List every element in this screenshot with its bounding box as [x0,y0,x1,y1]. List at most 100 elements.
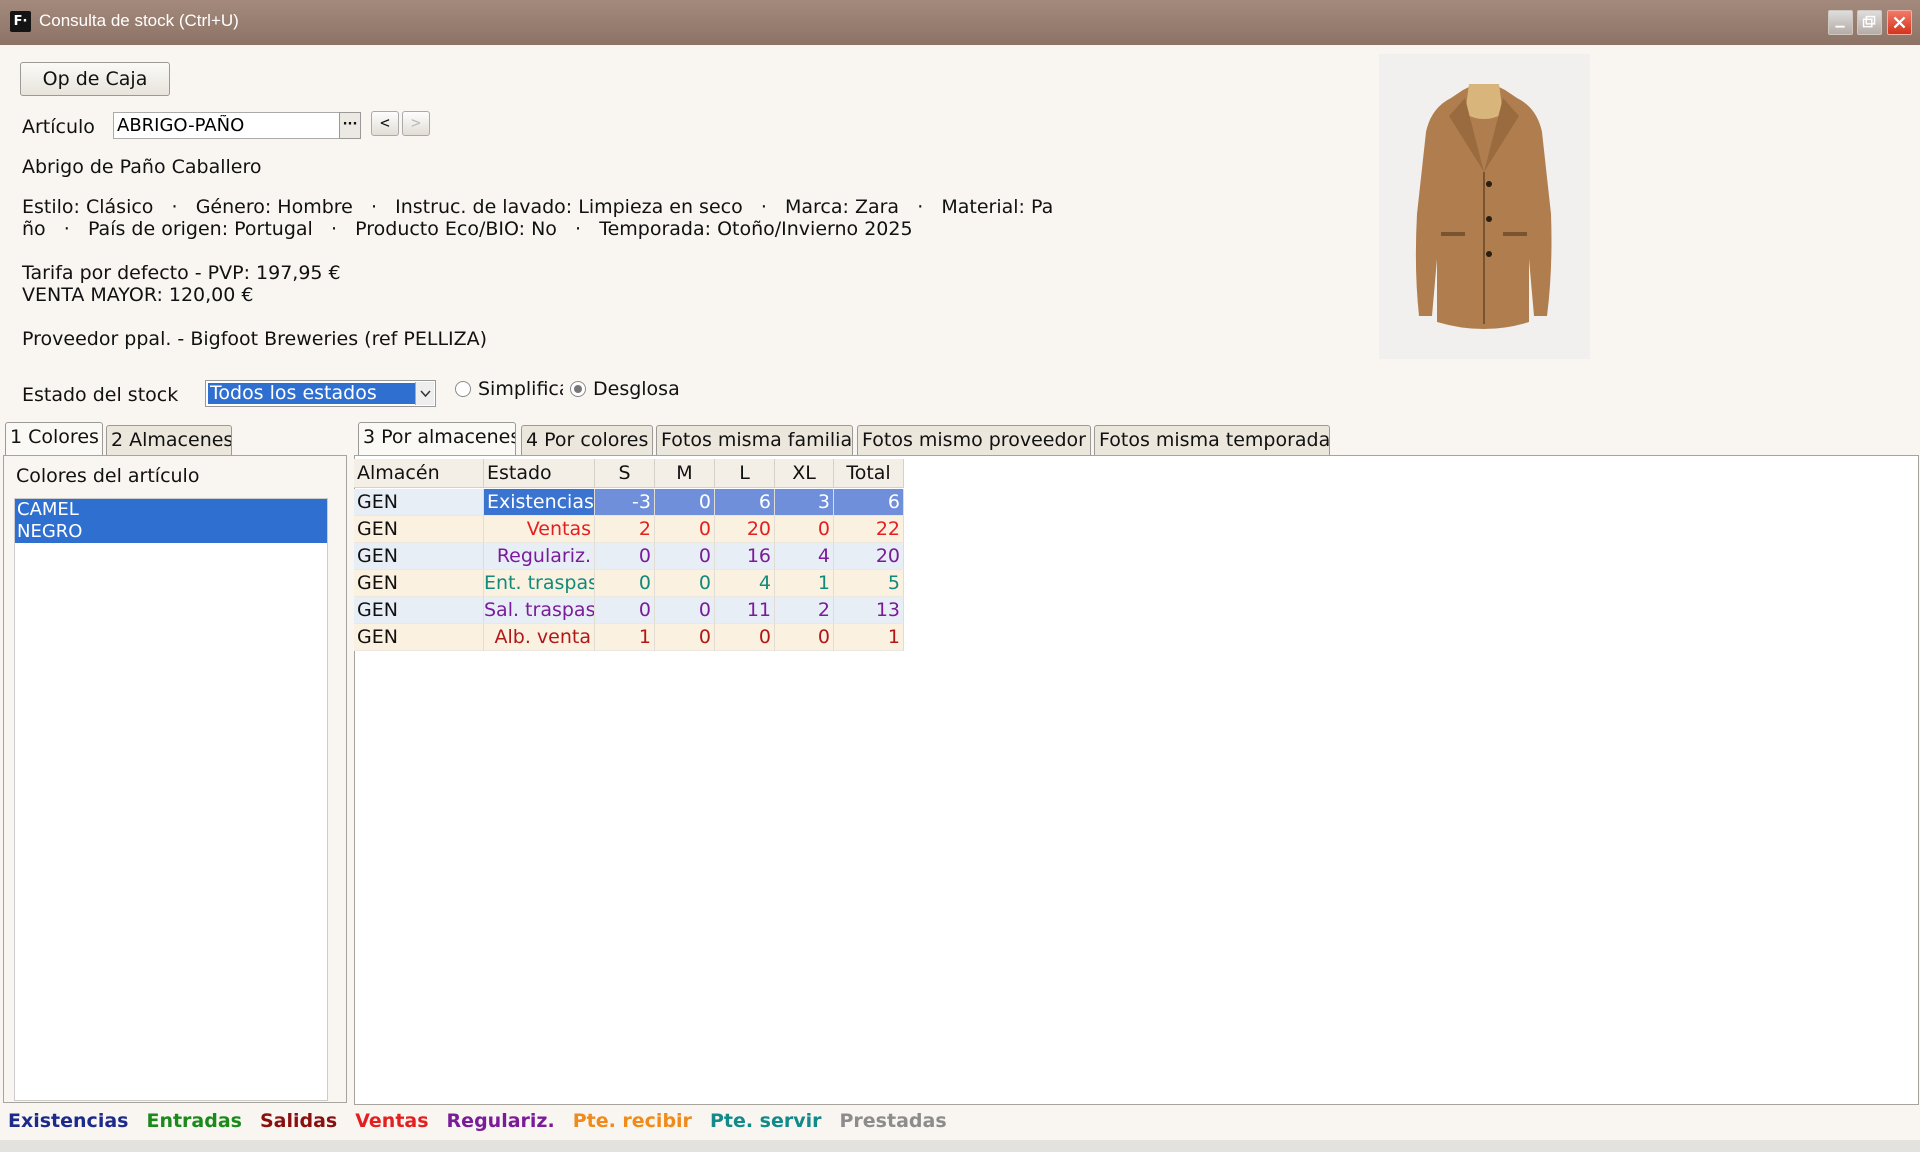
legend-item: Salidas [259,1110,338,1132]
legend-item: Pte. recibir [572,1110,692,1132]
tarifa-venta-mayor: VENTA MAYOR: 120,00 € [22,284,254,306]
app-icon: F· [10,11,31,32]
table-cell-s[interactable]: 0 [595,597,655,624]
table-cell-s[interactable]: -3 [595,489,655,516]
table-cell-total[interactable]: 5 [834,570,904,597]
estado-stock-selected: Todos los estados [208,383,416,404]
table-cell-total[interactable]: 22 [834,516,904,543]
dropdown-arrow-icon[interactable] [415,382,434,405]
product-image [1379,54,1590,359]
attributes-line-1: Estilo: Clásico · Género: Hombre · Instr… [22,196,1054,218]
bottom-strip [0,1140,1920,1152]
table-cell-xl[interactable]: 0 [775,624,834,651]
table-cell-estado[interactable]: Alb. venta [484,624,595,651]
coat-image [1415,84,1552,329]
table-cell-m[interactable]: 0 [655,489,715,516]
radio-simplifica[interactable] [455,381,471,397]
title-bar: F· Consulta de stock (Ctrl+U) [0,0,1920,45]
table-cell-m[interactable]: 0 [655,543,715,570]
minimize-icon [1835,25,1845,28]
table-cell-s[interactable]: 1 [595,624,655,651]
table-cell-s[interactable]: 0 [595,543,655,570]
column-header-almacen[interactable]: Almacén [354,459,484,488]
radio-simplifica-label: Simplifica [478,378,563,400]
minimize-button[interactable] [1828,10,1853,35]
status-legend: Existencias Entradas Salidas Ventas Regulari… [8,1110,965,1132]
estado-stock-label: Estado del stock [22,384,179,406]
table-cell-m[interactable]: 0 [655,516,715,543]
legend-item: Pte. servir [709,1110,822,1132]
proveedor-principal: Proveedor ppal. - Bigfoot Breweries (ref… [22,328,488,350]
legend-item: Prestadas [839,1110,947,1132]
table-cell-almacen[interactable]: GEN [354,489,484,516]
table-cell-l[interactable]: 16 [715,543,775,570]
column-header-estado[interactable]: Estado [484,459,595,488]
radio-desglosa-label: Desglosa [593,378,680,400]
tab-por-almacenes[interactable]: 3 Por almacenes [358,422,516,455]
table-cell-m[interactable]: 0 [655,570,715,597]
articulo-label: Artículo [22,116,95,138]
table-cell-l[interactable]: 6 [715,489,775,516]
table-cell-almacen[interactable]: GEN [354,516,484,543]
chevron-down-icon [420,390,431,398]
next-article-button[interactable]: > [402,111,430,136]
table-cell-l[interactable]: 20 [715,516,775,543]
tab-por-colores[interactable]: 4 Por colores [521,425,653,455]
list-item-camel[interactable]: CAMEL [15,499,327,521]
table-cell-almacen[interactable]: GEN [354,543,484,570]
legend-item: Ventas [355,1110,429,1132]
table-cell-total[interactable]: 20 [834,543,904,570]
table-cell-m[interactable]: 0 [655,597,715,624]
table-cell-s[interactable]: 2 [595,516,655,543]
table-cell-almacen[interactable]: GEN [354,570,484,597]
column-header-total[interactable]: Total [834,459,904,488]
column-header-s[interactable]: S [595,459,655,488]
legend-item: Existencias [8,1110,129,1132]
table-cell-almacen[interactable]: GEN [354,597,484,624]
table-cell-s[interactable]: 0 [595,570,655,597]
estado-stock-select[interactable]: Todos los estados [205,380,436,407]
tab-almacenes[interactable]: 2 Almacenes [106,425,232,455]
table-cell-total[interactable]: 1 [834,624,904,651]
table-cell-l[interactable]: 4 [715,570,775,597]
articulo-input[interactable] [113,112,341,139]
table-cell-xl[interactable]: 1 [775,570,834,597]
column-header-xl[interactable]: XL [775,459,834,488]
close-icon [1893,16,1906,29]
tab-colores[interactable]: 1 Colores [5,422,103,455]
table-cell-estado[interactable]: Ventas [484,516,595,543]
table-cell-total[interactable]: 6 [834,489,904,516]
table-cell-total[interactable]: 13 [834,597,904,624]
colores-list[interactable]: CAMEL NEGRO [14,498,328,1101]
table-cell-estado[interactable]: Ent. traspas [484,570,595,597]
previous-article-button[interactable]: < [371,111,399,136]
close-button[interactable] [1887,10,1912,35]
table-cell-xl[interactable]: 4 [775,543,834,570]
column-header-m[interactable]: M [655,459,715,488]
colores-panel-title: Colores del artículo [16,465,200,487]
restore-icon [1862,15,1876,28]
table-cell-xl[interactable]: 3 [775,489,834,516]
articulo-browse-button[interactable]: ··· [339,112,361,139]
table-cell-estado[interactable]: Regulariz. [484,543,595,570]
table-cell-m[interactable]: 0 [655,624,715,651]
table-cell-l[interactable]: 11 [715,597,775,624]
table-cell-xl[interactable]: 2 [775,597,834,624]
tab-fotos-mismo-proveedor[interactable]: Fotos mismo proveedor [857,425,1091,455]
table-cell-estado[interactable]: Sal. traspas [484,597,595,624]
table-cell-estado[interactable]: Existencias [484,489,595,516]
table-cell-almacen[interactable]: GEN [354,624,484,651]
table-cell-xl[interactable]: 0 [775,516,834,543]
table-cell-l[interactable]: 0 [715,624,775,651]
legend-item: Regulariz. [446,1110,555,1132]
restore-button[interactable] [1857,10,1882,35]
tab-fotos-misma-temporada[interactable]: Fotos misma temporada [1094,425,1330,455]
tab-fotos-misma-familia[interactable]: Fotos misma familia [656,425,853,455]
op-de-caja-button[interactable]: Op de Caja [20,62,170,96]
list-item-negro[interactable]: NEGRO [15,521,327,543]
window-title: Consulta de stock (Ctrl+U) [39,11,239,30]
article-description: Abrigo de Paño Caballero [22,156,262,178]
legend-item: Entradas [146,1110,242,1132]
radio-desglosa[interactable] [570,381,586,397]
column-header-l[interactable]: L [715,459,775,488]
